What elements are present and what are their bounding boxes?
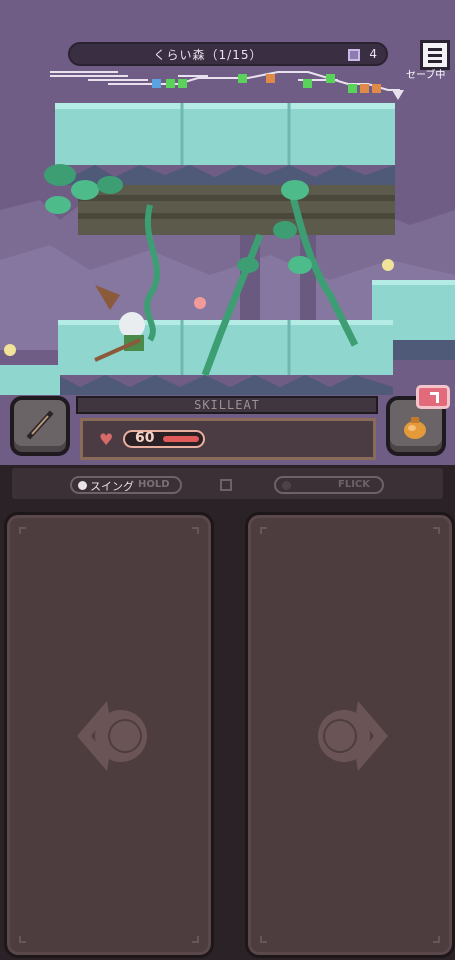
move-left-pad[interactable] (4, 512, 214, 958)
swing-label: スイング (90, 480, 134, 493)
cube-icon (348, 49, 360, 61)
level-terrain (0, 103, 455, 395)
swing-dot-icon (78, 481, 87, 490)
heart-icon: ♥ (99, 430, 114, 449)
flick-dot-icon (282, 481, 291, 490)
swing-indicator: スイング HOLD (70, 476, 182, 494)
skill-label: SKILLEAT (194, 398, 260, 412)
right-arrow-icon (318, 701, 388, 771)
flick-label: FLICK (337, 479, 370, 490)
stage-title: くらい森（1/15） (153, 48, 263, 62)
hp-bar: 60 (123, 430, 205, 448)
control-hint-bar: スイング HOLD FLICK (9, 465, 446, 502)
face-icon (220, 479, 232, 491)
stage-title-bar: くらい森（1/15） 4 (68, 42, 388, 66)
stage-progress-map (50, 71, 404, 100)
hold-label: HOLD (138, 479, 170, 490)
weapon-button[interactable] (10, 396, 70, 456)
flick-indicator: FLICK (274, 476, 384, 494)
left-arrow-icon (77, 701, 147, 771)
save-status-label: セーブ中 (406, 70, 446, 81)
hp-bar-fill (163, 436, 199, 442)
hp-value: 60 (135, 430, 155, 446)
cube-count: 4 (369, 47, 377, 61)
hp-panel: ♥ 60 (80, 418, 376, 460)
corner-arrow-icon[interactable] (416, 385, 450, 409)
sword-icon (26, 410, 54, 440)
move-right-pad[interactable] (245, 512, 455, 958)
skill-label-bar: SKILLEAT (76, 396, 378, 414)
